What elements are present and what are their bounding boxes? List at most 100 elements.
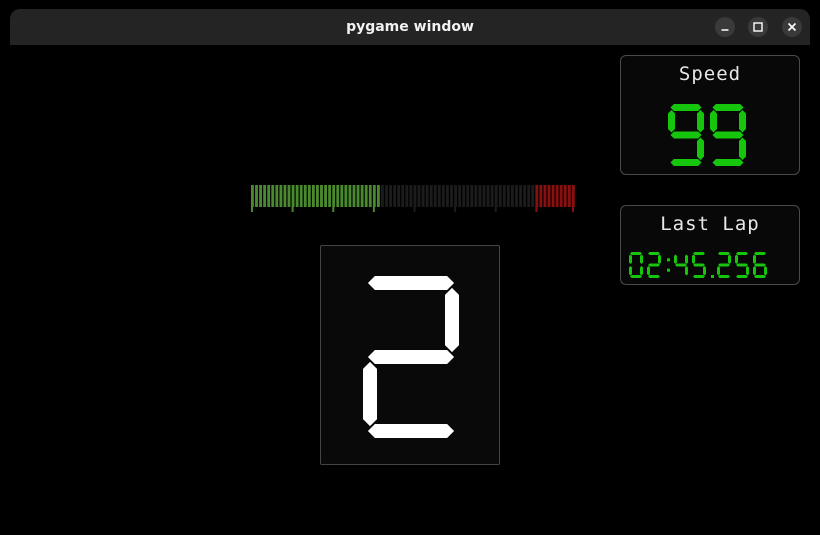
rpm-tick	[413, 207, 416, 212]
rpm-segment	[437, 185, 441, 207]
segment-d	[367, 424, 455, 438]
rpm-segment	[368, 185, 372, 207]
segment-c	[640, 266, 643, 276]
close-button[interactable]	[782, 17, 802, 37]
segment-a	[736, 252, 748, 255]
rpm-segment	[433, 185, 437, 207]
rpm-segment	[397, 185, 401, 207]
minimize-button[interactable]	[715, 17, 735, 37]
rpm-segment	[543, 185, 547, 207]
rpm-segment	[466, 185, 470, 207]
segment-d	[693, 275, 705, 278]
rpm-tick	[251, 207, 253, 212]
title-bar: pygame window	[10, 9, 810, 45]
maximize-button[interactable]	[748, 17, 768, 37]
segment-c	[746, 266, 749, 276]
rpm-segment	[299, 185, 303, 207]
lap-digit	[692, 252, 706, 278]
rpm-tick	[494, 207, 497, 212]
rpm-segment	[372, 185, 376, 207]
rpm-segment	[324, 185, 327, 207]
rpm-tick	[572, 207, 574, 212]
rpm-segment	[559, 185, 563, 207]
rpm-segment	[506, 185, 510, 207]
rpm-segment	[275, 185, 279, 207]
segment-d	[648, 275, 660, 278]
rpm-segment	[291, 185, 295, 207]
lap-dot	[711, 275, 714, 278]
rpm-segment	[332, 185, 336, 207]
rpm-segment	[474, 185, 478, 207]
segment-f	[668, 109, 675, 133]
rpm-segment	[523, 185, 527, 207]
segment-e	[717, 266, 720, 276]
rpm-segment	[307, 185, 311, 207]
segment-d	[718, 275, 730, 278]
lap-digit	[629, 252, 643, 278]
rpm-segment	[502, 185, 506, 207]
rpm-segment	[389, 185, 392, 207]
segment-e	[647, 266, 650, 276]
rpm-segment	[450, 185, 453, 207]
rpm-segment	[295, 185, 299, 207]
rpm-segment	[381, 185, 384, 207]
rpm-segment	[271, 185, 275, 207]
last-lap-readout	[629, 252, 767, 278]
segment-d	[736, 275, 748, 278]
rpm-segment	[413, 185, 417, 207]
segment-b	[739, 109, 746, 133]
gear-display	[320, 245, 500, 465]
rpm-segment	[364, 185, 368, 207]
maximize-icon	[753, 22, 763, 32]
rpm-segment	[320, 185, 323, 207]
rpm-tick	[372, 207, 375, 212]
segment-a	[630, 252, 642, 255]
rpm-segment	[531, 185, 535, 207]
segment-d	[712, 159, 744, 166]
segment-g	[718, 263, 730, 267]
segment-c	[703, 266, 706, 276]
segment-b	[697, 109, 704, 133]
rpm-segment	[255, 185, 258, 207]
segment-g	[712, 131, 744, 139]
speed-readout	[668, 104, 746, 166]
rpm-segment	[405, 185, 409, 207]
rpm-segment	[316, 185, 319, 207]
rpm-segment	[263, 185, 267, 207]
rpm-segment	[494, 185, 498, 207]
speed-panel: Speed	[620, 55, 800, 175]
rpm-segment	[490, 185, 494, 207]
rpm-segment	[425, 185, 429, 207]
rpm-segment	[376, 185, 380, 207]
segment-b	[685, 254, 688, 264]
rpm-segment	[348, 185, 352, 207]
rpm-bar	[251, 185, 575, 212]
rpm-segment	[251, 185, 254, 207]
rpm-segment	[527, 185, 531, 207]
rpm-tick	[454, 207, 457, 212]
segment-g	[648, 263, 660, 267]
rpm-segment	[547, 185, 551, 207]
rpm-segment	[429, 185, 433, 207]
segment-a	[718, 252, 730, 255]
segment-c	[685, 266, 688, 276]
rpm-segment	[462, 185, 466, 207]
segment-e	[363, 361, 377, 427]
rpm-segment	[555, 185, 559, 207]
segment-g	[670, 131, 702, 139]
speed-label: Speed	[678, 63, 742, 85]
rpm-segment	[385, 185, 388, 207]
rpm-segment	[539, 185, 543, 207]
window-title: pygame window	[346, 19, 474, 35]
rpm-segment	[417, 185, 421, 207]
segment-f	[674, 254, 677, 264]
rpm-segment	[421, 185, 425, 207]
rpm-segment	[567, 185, 571, 207]
segment-a	[367, 276, 455, 290]
segment-d	[754, 275, 766, 278]
segment-f	[692, 254, 695, 264]
rpm-segment	[458, 185, 462, 207]
rpm-segment	[393, 185, 397, 207]
speed-digit	[668, 104, 704, 166]
lap-digit	[647, 252, 661, 278]
